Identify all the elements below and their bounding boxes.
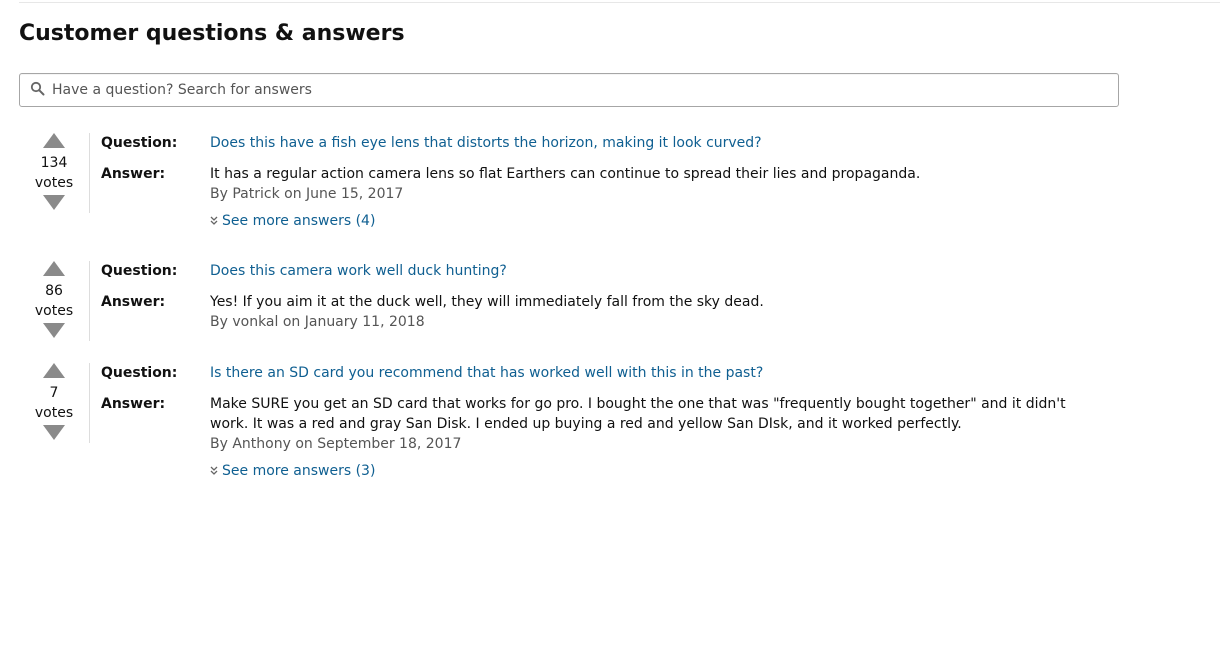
answer-label: Answer:: [101, 396, 166, 412]
question-link[interactable]: Is there an SD card you recommend that h…: [210, 365, 763, 381]
qa-item: 7 votes Question: Is there an SD card yo…: [19, 363, 1119, 483]
answer-byline: By Patrick on June 15, 2017: [210, 186, 404, 202]
question-label: Question:: [101, 365, 178, 381]
qa-item: 134 votes Question: Does this have a fis…: [19, 133, 1119, 233]
vote-count: 7: [49, 385, 59, 401]
question-row: Does this camera work well duck hunting?: [210, 261, 1110, 281]
votes-label: votes: [34, 303, 74, 319]
page-title: Customer questions & answers: [19, 21, 405, 46]
answer-label: Answer:: [101, 166, 166, 182]
vote-down-icon[interactable]: [43, 195, 65, 210]
question-label: Question:: [101, 263, 178, 279]
question-row: Is there an SD card you recommend that h…: [210, 363, 1110, 383]
vote-divider: [89, 363, 90, 443]
top-divider: [19, 2, 1220, 3]
see-more-label: See more answers (4): [222, 213, 376, 229]
search-icon: [30, 81, 45, 96]
votes-label: votes: [34, 405, 74, 421]
question-row: Does this have a fish eye lens that dist…: [210, 133, 1110, 153]
see-more-label: See more answers (3): [222, 463, 376, 479]
qa-item: 86 votes Question: Does this camera work…: [19, 261, 1119, 341]
answer-text: Yes! If you aim it at the duck well, the…: [210, 294, 764, 310]
double-chevron-down-icon: [210, 216, 218, 225]
question-link[interactable]: Does this have a fish eye lens that dist…: [210, 135, 762, 151]
see-more-answers-link[interactable]: See more answers (3): [210, 461, 375, 481]
vote-divider: [89, 261, 90, 341]
vote-up-icon[interactable]: [43, 363, 65, 378]
answer-text: Make SURE you get an SD card that works …: [210, 396, 1066, 432]
vote-count: 134: [40, 155, 68, 171]
see-more-answers-link[interactable]: See more answers (4): [210, 211, 375, 231]
answer-byline: By vonkal on January 11, 2018: [210, 314, 425, 330]
question-label: Question:: [101, 135, 178, 151]
answer-text: It has a regular action camera lens so f…: [210, 166, 921, 182]
double-chevron-down-icon: [210, 466, 218, 475]
search-box[interactable]: [19, 73, 1119, 107]
vote-down-icon[interactable]: [43, 323, 65, 338]
vote-down-icon[interactable]: [43, 425, 65, 440]
answer-label: Answer:: [101, 294, 166, 310]
votes-label: votes: [34, 175, 74, 191]
answer-byline: By Anthony on September 18, 2017: [210, 436, 462, 452]
vote-count: 86: [45, 283, 63, 299]
search-input[interactable]: [52, 74, 1102, 106]
vote-divider: [89, 133, 90, 213]
vote-up-icon[interactable]: [43, 261, 65, 276]
question-link[interactable]: Does this camera work well duck hunting?: [210, 263, 507, 279]
vote-up-icon[interactable]: [43, 133, 65, 148]
